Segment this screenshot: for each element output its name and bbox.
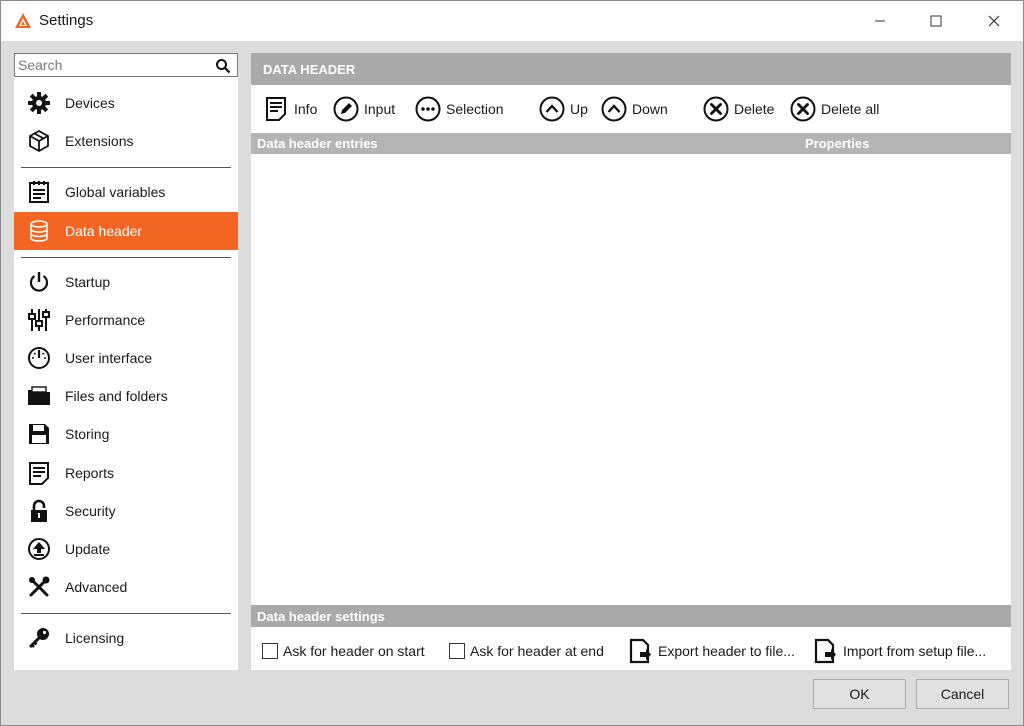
info-button[interactable]: Info — [263, 93, 317, 125]
sidebar-item-files-and-folders[interactable]: Files and folders — [14, 377, 238, 415]
sidebar-item-storing[interactable]: Storing — [14, 415, 238, 453]
export-file-icon — [627, 638, 653, 664]
power-icon — [26, 270, 52, 294]
sidebar-divider — [21, 167, 231, 168]
pencil-icon — [333, 96, 359, 122]
sidebar-item-global-variables[interactable]: Global variables — [14, 173, 238, 211]
ask-on-start-option[interactable]: Ask for header on start — [262, 638, 425, 664]
sidebar-item-label: Performance — [65, 312, 146, 328]
ellipsis-icon — [415, 96, 441, 122]
gear-icon — [26, 91, 52, 115]
sidebar-item-performance[interactable]: Performance — [14, 301, 238, 339]
sidebar-item-extensions[interactable]: Extensions — [14, 122, 238, 160]
sidebar-item-security[interactable]: Security — [14, 492, 238, 530]
sidebar-item-user-interface[interactable]: User interface — [14, 339, 238, 377]
maximize-icon — [930, 15, 942, 27]
key-icon — [26, 626, 52, 650]
import-setup-button[interactable]: Import from setup file... — [812, 638, 986, 664]
sidebar-item-label: Update — [65, 541, 111, 557]
up-button[interactable]: Up — [539, 93, 588, 125]
column-header-entries[interactable]: Data header entries — [257, 136, 378, 151]
floppy-icon — [26, 422, 52, 446]
down-button[interactable]: Down — [601, 93, 668, 125]
settings-section-title: Data header settings — [251, 605, 1011, 627]
report-icon — [26, 461, 52, 485]
app-logo-icon — [14, 12, 32, 30]
sidebar-item-label: Startup — [65, 274, 111, 290]
sidebar: Devices Extensions Global variables Data… — [14, 53, 238, 670]
sidebar-item-update[interactable]: Update — [14, 530, 238, 568]
sidebar-item-startup[interactable]: Startup — [14, 263, 238, 301]
gauge-icon — [26, 346, 52, 370]
update-icon — [26, 537, 52, 561]
input-button[interactable]: Input — [333, 93, 395, 125]
folder-icon — [26, 384, 52, 408]
ok-button[interactable]: OK — [813, 679, 906, 709]
sidebar-item-label: Extensions — [65, 133, 134, 149]
lock-icon — [26, 499, 52, 523]
maximize-button[interactable] — [907, 1, 965, 41]
chevron-up-icon — [539, 96, 565, 122]
sidebar-item-data-header[interactable]: Data header — [14, 212, 238, 250]
ask-on-start-checkbox[interactable] — [262, 643, 278, 659]
database-icon — [26, 219, 52, 243]
sidebar-item-label: Advanced — [65, 579, 128, 595]
section-title: DATA HEADER — [251, 53, 1011, 85]
sidebar-item-devices[interactable]: Devices — [14, 84, 238, 122]
grid-header: Data header entries Properties — [251, 133, 1011, 154]
close-icon — [988, 15, 1000, 27]
minimize-button[interactable] — [851, 1, 909, 41]
settings-window: Settings Devices Extensi — [0, 0, 1024, 726]
sidebar-item-licensing[interactable]: Licensing — [14, 619, 238, 657]
minimize-icon — [875, 20, 885, 22]
sidebar-item-label: Licensing — [65, 630, 125, 646]
export-header-button[interactable]: Export header to file... — [627, 638, 795, 664]
sliders-icon — [26, 308, 52, 332]
sidebar-item-reports[interactable]: Reports — [14, 454, 238, 492]
sidebar-item-label: Data header — [65, 223, 143, 239]
sidebar-item-label: User interface — [65, 350, 153, 366]
delete-icon — [703, 96, 729, 122]
delete-button[interactable]: Delete — [703, 93, 774, 125]
search-icon[interactable] — [215, 58, 231, 74]
document-icon — [263, 96, 289, 122]
ask-at-end-checkbox[interactable] — [449, 643, 465, 659]
sidebar-divider — [21, 257, 231, 258]
sidebar-item-label: Devices — [65, 95, 115, 111]
cube-icon — [26, 129, 52, 153]
data-header-panel: DATA HEADER Info Input Selection Up Down… — [251, 53, 1011, 670]
ask-at-end-option[interactable]: Ask for header at end — [449, 638, 604, 664]
window-title: Settings — [39, 12, 94, 29]
delete-all-icon — [790, 96, 816, 122]
chevron-icon — [601, 96, 627, 122]
sidebar-item-label: Reports — [65, 465, 115, 481]
delete-all-button[interactable]: Delete all — [790, 93, 879, 125]
sidebar-item-advanced[interactable]: Advanced — [14, 568, 238, 606]
sidebar-item-label: Files and folders — [65, 388, 168, 404]
sidebar-item-label: Security — [65, 503, 116, 519]
selection-button[interactable]: Selection — [415, 93, 504, 125]
column-header-properties[interactable]: Properties — [805, 136, 869, 151]
cancel-button[interactable]: Cancel — [916, 679, 1009, 709]
sidebar-item-label: Storing — [65, 426, 110, 442]
title-bar: Settings — [1, 1, 1023, 41]
sidebar-divider — [21, 613, 231, 614]
search-box — [14, 53, 238, 77]
clipboard-icon — [26, 180, 52, 204]
close-button[interactable] — [965, 1, 1023, 41]
search-input[interactable] — [18, 56, 208, 74]
tools-icon — [26, 575, 52, 599]
import-file-icon — [812, 638, 838, 664]
sidebar-item-label: Global variables — [65, 184, 166, 200]
data-header-entries-list[interactable] — [251, 154, 1011, 604]
